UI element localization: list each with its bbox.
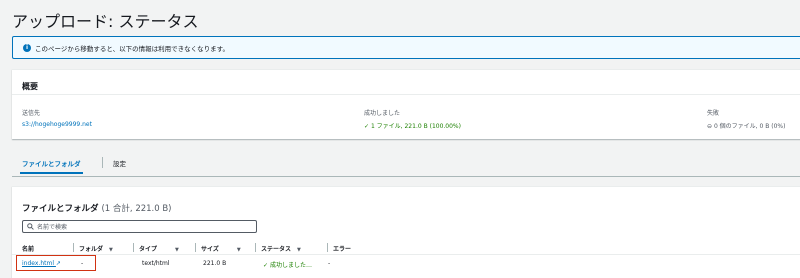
file-error: - [328,260,331,267]
file-status: ✓ 成功しました… [263,262,312,269]
tab-files-and-folders[interactable]: ファイルとフォルダ [20,158,82,174]
page-title: アップロード: ステータス [12,12,199,31]
column-divider [133,243,134,252]
search-icon [27,223,34,230]
destination-label: 送信先 [22,110,41,117]
files-heading: ファイルとフォルダ (1 合計, 221.0 B) [22,202,172,214]
tab-bar: ファイルとフォルダ 設定 [12,152,800,177]
info-icon: i [23,43,31,52]
failed-label: 失敗 [707,110,720,117]
failed-field: 失敗 ⊖ 0 個のファイル, 0 B (0%) [707,108,785,130]
column-header-status[interactable]: ステータス ▼ [261,244,301,253]
succeeded-label: 成功しました [364,110,401,117]
column-divider [73,243,74,252]
success-check-icon: ✓ [263,262,269,269]
info-alert: i このページから移動すると、以下の情報は利用できなくなります。 [12,36,800,59]
highlight-box [16,255,96,271]
tab-settings[interactable]: 設定 [113,158,126,168]
column-header-type[interactable]: タイプ ▼ [139,244,179,253]
sort-down-icon: ▼ [297,247,301,253]
succeeded-field: 成功しました ✓ 1 ファイル, 221.0 B (100.00%) [364,108,461,130]
search-input[interactable]: 名前で検索 [22,220,257,233]
search-placeholder: 名前で検索 [37,224,68,231]
overview-panel: 概要 送信先 s3://hogehoge9999.net 成功しました ✓ 1 … [12,69,800,139]
destination-link[interactable]: s3://hogehoge9999.net [22,121,92,128]
column-divider [195,243,196,252]
sort-down-icon: ▼ [109,247,113,253]
failed-value: 0 個のファイル, 0 B (0%) [713,123,786,130]
files-title: ファイルとフォルダ [22,204,99,214]
destination-field: 送信先 s3://hogehoge9999.net [22,108,92,128]
column-divider [255,243,256,252]
column-header-folder[interactable]: フォルダ ▼ [79,244,113,253]
files-panel: ファイルとフォルダ (1 合計, 221.0 B) 名前で検索 名前 フォルダ ▼… [12,186,800,278]
sort-down-icon: ▼ [236,247,241,253]
failed-minus-icon: ⊖ [707,123,713,130]
column-header-name[interactable]: 名前 [22,244,34,253]
success-check-icon: ✓ [364,123,370,130]
file-type: text/html [142,260,170,267]
info-message: このページから移動すると、以下の情報は利用できなくなります。 [35,44,229,53]
overview-heading: 概要 [12,70,800,95]
sort-down-icon: ▼ [175,247,179,253]
succeeded-value: 1 ファイル, 221.0 B (100.00%) [370,123,461,130]
tab-divider [102,157,103,168]
files-count: (1 合計, 221.0 B) [101,204,172,214]
column-header-size[interactable]: サイズ ▼ [201,244,241,253]
file-size: 221.0 B [203,260,227,267]
column-divider [327,243,328,252]
column-header-error[interactable]: エラー [333,244,351,253]
table-divider [12,254,800,255]
